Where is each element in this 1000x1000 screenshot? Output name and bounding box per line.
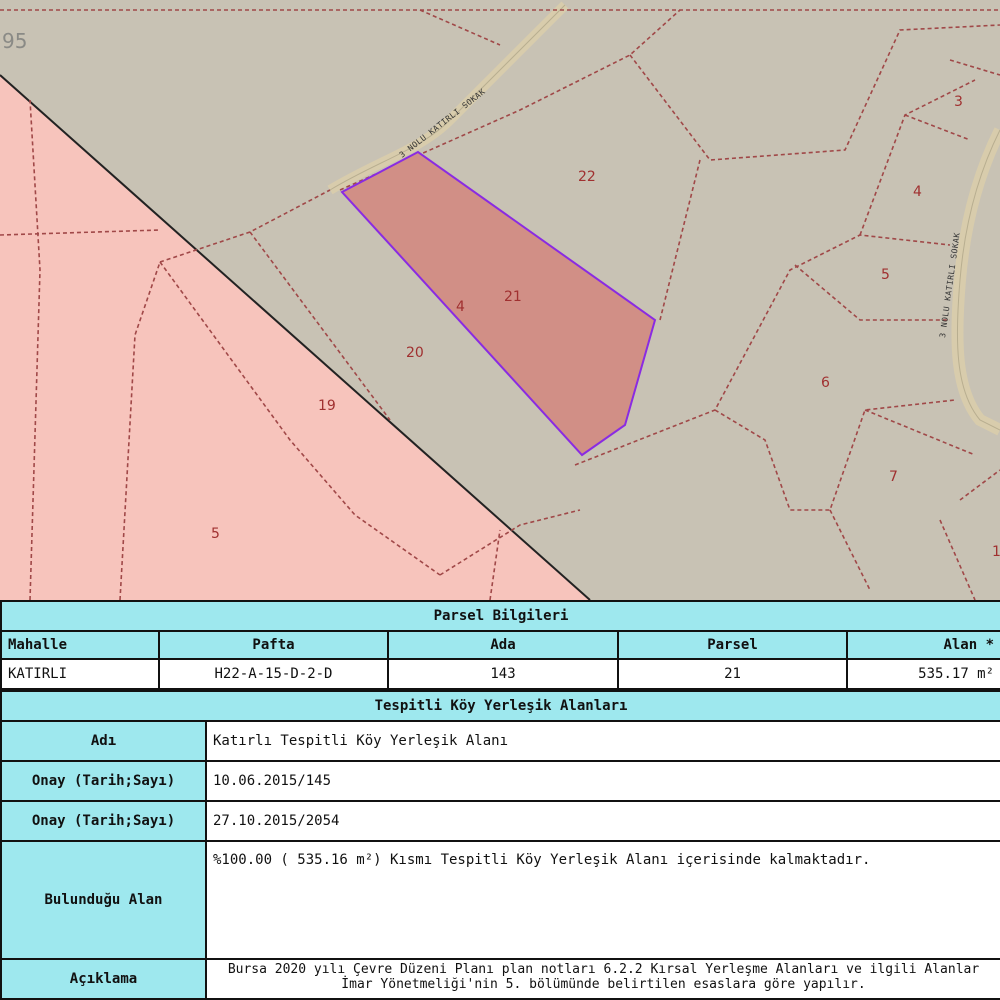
parcel-number: 5 [211, 526, 220, 542]
info-panel: Parsel Bilgileri Mahalle Pafta Ada Parse… [0, 600, 1000, 1000]
parcel-number: 7 [889, 469, 898, 485]
value-onay-2: 27.10.2015/2054 [205, 800, 1000, 842]
parcel-info-title: Parsel Bilgileri [0, 600, 1000, 632]
parcel-map[interactable]: 95 3 NOLU KATIRLI SOKAK 3 NOLU KATIRLI S… [0, 0, 1000, 600]
label-bulundugu-alan: Bulunduğu Alan [0, 840, 207, 960]
value-parsel: 21 [617, 658, 848, 690]
label-onay-2: Onay (Tarih;Sayı) [0, 800, 207, 842]
parcel-number: 20 [406, 345, 424, 361]
parcel-number: 5 [881, 267, 890, 283]
header-ada: Ada [387, 630, 619, 660]
village-area-table: Tespitli Köy Yerleşik Alanları Adı Katır… [0, 690, 1000, 1000]
parcel-number: 19 [318, 398, 336, 414]
parcel-number: 21 [504, 289, 522, 305]
value-alan: 535.17 m² [845, 658, 1000, 690]
header-pafta: Pafta [158, 630, 389, 660]
header-mahalle: Mahalle [0, 630, 160, 660]
parcel-number: 4 [456, 299, 465, 315]
parcel-number: 22 [578, 169, 596, 185]
value-pafta: H22-A-15-D-2-D [158, 658, 389, 690]
label-aciklama: Açıklama [0, 958, 207, 1000]
header-parsel: Parsel [617, 630, 848, 660]
label-onay-1: Onay (Tarih;Sayı) [0, 760, 207, 802]
parcel-info-table: Parsel Bilgileri Mahalle Pafta Ada Parse… [0, 600, 1000, 690]
parcel-number: 4 [913, 184, 922, 200]
parcel-number: 3 [954, 94, 963, 110]
village-area-title: Tespitli Köy Yerleşik Alanları [0, 690, 1000, 722]
parcel-number: 1 [992, 544, 1000, 560]
corner-number: 95 [2, 29, 27, 53]
parcel-number: 6 [821, 375, 830, 391]
label-adi: Adı [0, 720, 207, 762]
value-ada: 143 [387, 658, 619, 690]
value-aciklama: Bursa 2020 yılı Çevre Düzeni Planı plan … [205, 958, 1000, 1000]
header-alan: Alan * [845, 630, 1000, 660]
value-bulundugu-alan: %100.00 ( 535.16 m²) Kısmı Tespitli Köy … [205, 840, 1000, 960]
value-mahalle: KATIRLI [0, 658, 160, 690]
value-onay-1: 10.06.2015/145 [205, 760, 1000, 802]
value-adi: Katırlı Tespitli Köy Yerleşik Alanı [205, 720, 1000, 762]
